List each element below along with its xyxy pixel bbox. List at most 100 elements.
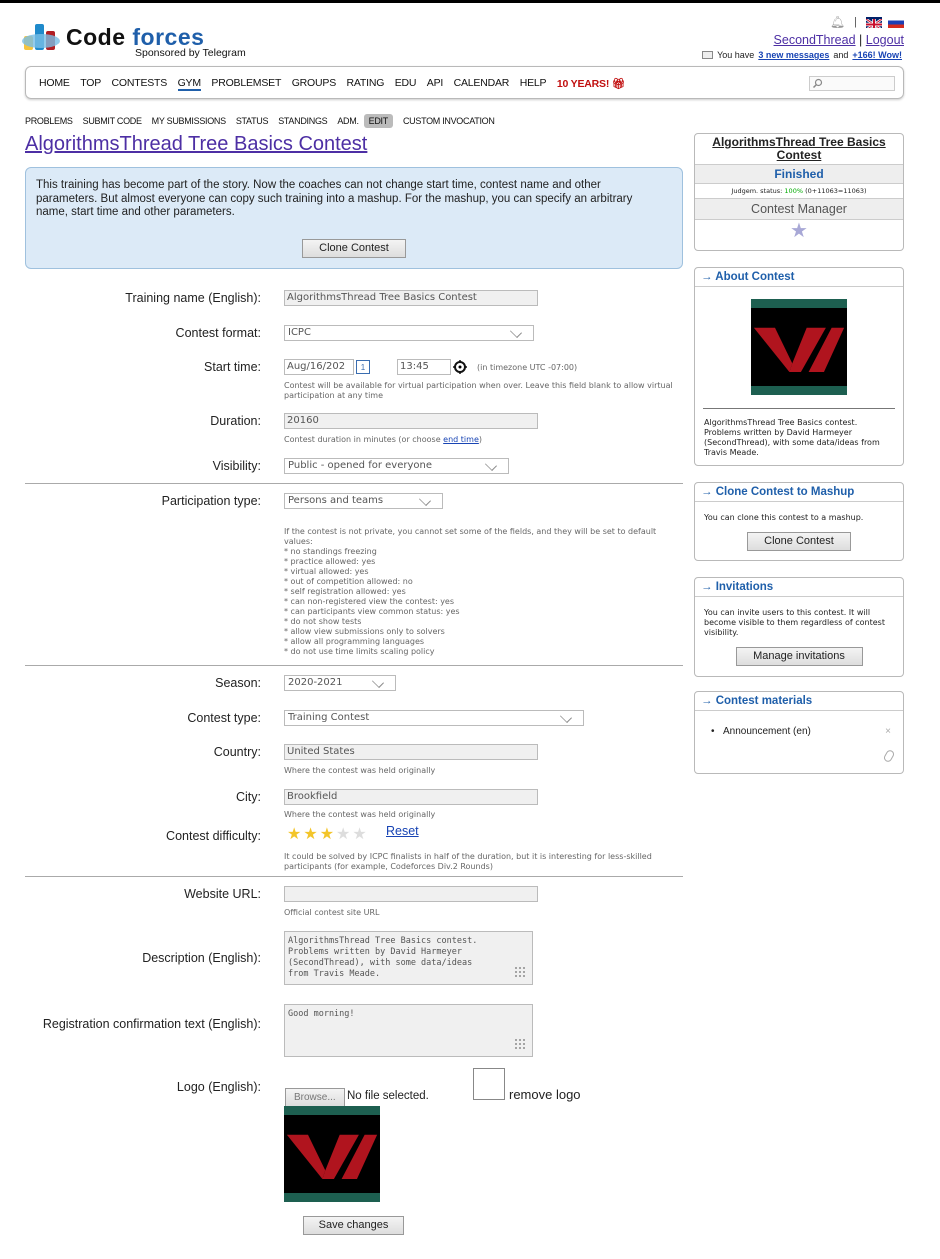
clone-contest-button[interactable]: Clone Contest [302,239,406,258]
participation-hint-line: * virtual allowed: yes [284,567,369,576]
page-title[interactable]: AlgorithmsThread Tree Basics Contest [25,133,367,156]
nav-item-rating[interactable]: RATING [347,77,385,91]
resize-grip-icon[interactable] [514,1038,526,1050]
manage-invitations-button[interactable]: Manage invitations [735,647,863,666]
nav-item-help[interactable]: HELP [520,77,547,91]
contest-logo-preview [284,1106,380,1202]
country-label: Country: [213,745,261,759]
participation-hint-line: * out of competition allowed: no [284,577,413,586]
difficulty-star-icon[interactable]: ★ [320,827,334,843]
season-select[interactable]: 2020-2021 [284,675,396,691]
clone-mashup-box: → Clone Contest to Mashup You can clone … [694,482,904,561]
subnav-submit-code[interactable]: SUBMIT CODE [83,114,142,128]
nav-item-calendar[interactable]: CALENDAR [454,77,510,91]
contest-type-label: Contest type: [187,711,261,725]
contest-type-select[interactable]: Training Contest [284,710,584,726]
browse-button[interactable]: Browse... [285,1088,345,1107]
nav-item-contests[interactable]: CONTESTS [112,77,168,91]
country-input[interactable]: United States [284,744,538,760]
subnav-edit[interactable]: EDIT [363,114,393,128]
subnav-status[interactable]: STATUS [236,114,269,128]
top-border [0,0,940,3]
english-flag-icon[interactable] [866,16,882,28]
contribution-link[interactable]: +166! Wow! [852,50,902,60]
participation-type-hint: If the contest is not private, you canno… [284,527,669,657]
subnav-custom-invocation[interactable]: CUSTOM INVOCATION [403,114,495,128]
judgement-status: Judgem. status: 100% (0+11063=11063) [695,184,903,199]
duration-hint: Contest duration in minutes (or choose e… [284,435,482,444]
profile-link[interactable]: SecondThread [774,33,856,47]
logout-link[interactable]: Logout [866,33,904,47]
resize-grip-icon[interactable] [514,966,526,978]
save-changes-button[interactable]: Save changes [303,1216,404,1235]
city-label: City: [236,790,261,804]
user-links: SecondThread | Logout [773,33,904,47]
difficulty-label: Contest difficulty: [166,829,261,843]
remove-logo-checkbox[interactable] [473,1068,505,1100]
contest-format-select[interactable]: ICPC [284,325,534,341]
duration-label: Duration: [210,414,261,428]
difficulty-star-icon[interactable]: ★ [287,827,301,843]
announcement-link[interactable]: Announcement (en) [723,726,811,737]
attach-paperclip-icon[interactable] [882,748,896,764]
start-time-input[interactable]: 13:45 [397,359,451,375]
participation-hint-line: * do not use time limits scaling policy [284,647,435,656]
nav-item-home[interactable]: HOME [39,77,70,91]
participation-type-select[interactable]: Persons and teams [284,493,443,509]
reset-difficulty-link[interactable]: Reset [386,824,419,838]
visibility-select[interactable]: Public - opened for everyone [284,458,509,474]
training-name-label: Training name (English): [125,291,261,305]
description-textarea[interactable]: AlgorithmsThread Tree Basics contest. Pr… [284,931,533,985]
new-messages-link[interactable]: 3 new messages [758,50,829,60]
start-date-input[interactable]: Aug/16/202 [284,359,354,375]
delete-material-icon[interactable]: × [885,726,891,737]
website-hint: Official contest site URL [284,908,380,917]
training-name-input[interactable]: AlgorithmsThread Tree Basics Contest [284,290,538,306]
subnav-standings[interactable]: STANDINGS [278,114,327,128]
nav-item-10-years[interactable]: 10 YEARS! 🎁︎ [557,77,625,91]
end-time-link[interactable]: end time [443,435,479,444]
contest-subnav: PROBLEMS SUBMIT CODE MY SUBMISSIONS STATUS S… [25,114,505,128]
nav-item-groups[interactable]: GROUPS [292,77,337,91]
favourite-star-icon[interactable]: ★ [695,220,903,242]
start-time-hint: Contest will be available for virtual pa… [284,381,673,400]
about-contest-box: → About Contest AlgorithmsThread Tree Ba… [694,267,904,466]
subnav-adm[interactable]: ADM. [337,114,359,128]
sidebar-clone-contest-button[interactable]: Clone Contest [747,532,851,551]
search-input[interactable] [809,76,895,91]
subnav-problems[interactable]: PROBLEMS [25,114,73,128]
sidebar-contest-name[interactable]: AlgorithmsThread Tree Basics Contest [695,134,903,165]
invitations-title: → Invitations [695,578,903,597]
difficulty-star-icon[interactable]: ★ [336,827,350,843]
nav-item-gym[interactable]: GYM [177,77,201,91]
website-input[interactable] [284,886,538,902]
sponsor-text: Sponsored by Telegram [135,47,246,59]
registration-textarea[interactable]: Good morning! [284,1004,533,1057]
no-file-text: No file selected. [347,1090,429,1102]
nav-item-top[interactable]: TOP [80,77,101,91]
divider [25,665,683,666]
search-icon [812,78,823,89]
sidebar-contest-logo [751,299,847,395]
participation-hint-line: * do not show tests [284,617,362,626]
contest-manager-text: Contest Manager [695,199,903,220]
codeforces-logo[interactable]: Code forces Sponsored by Telegram [22,18,254,62]
bell-icon[interactable]: 🔔︎ [830,15,845,29]
description-label: Description (English): [142,951,261,965]
start-time-label: Start time: [204,360,261,374]
nav-item-problemset[interactable]: PROBLEMSET [211,77,281,91]
subnav-my-submissions[interactable]: MY SUBMISSIONS [152,114,226,128]
duration-input[interactable]: 20160 [284,413,538,429]
city-input[interactable]: Brookfield [284,789,538,805]
difficulty-star-icon[interactable]: ★ [303,827,317,843]
about-contest-text: AlgorithmsThread Tree Basics contest. Pr… [704,418,880,457]
nav-item-api[interactable]: API [427,77,444,91]
logo-label: Logo (English): [176,1080,261,1094]
country-hint: Where the contest was held originally [284,766,436,775]
material-item: • Announcement (en) × [711,726,891,737]
clock-target-icon[interactable] [453,360,467,374]
nav-item-edu[interactable]: EDU [395,77,417,91]
calendar-icon[interactable]: 1 [356,360,370,374]
russian-flag-icon[interactable] [888,16,904,28]
difficulty-star-icon[interactable]: ★ [352,827,366,843]
